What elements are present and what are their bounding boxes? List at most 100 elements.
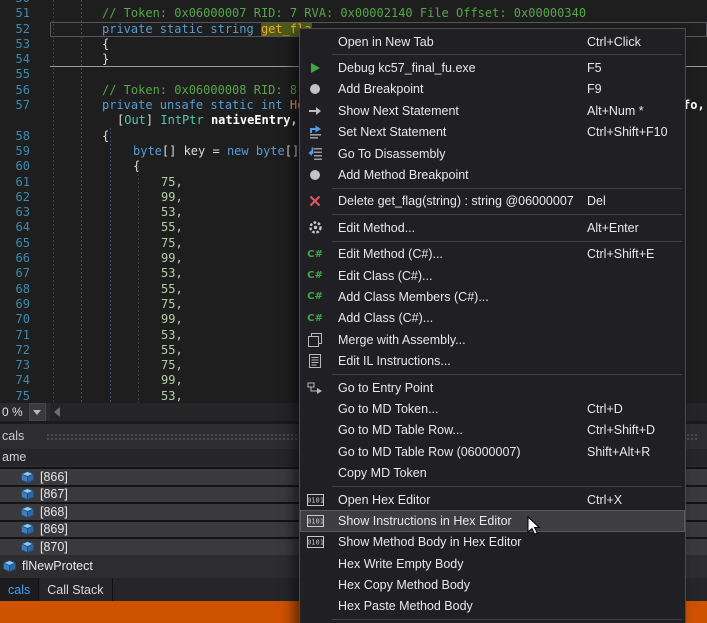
tab-call-stack[interactable]: Call Stack bbox=[39, 578, 112, 601]
line-number: 59 bbox=[0, 144, 50, 159]
local-variable-icon bbox=[21, 541, 34, 553]
csharp-icon: C# bbox=[302, 249, 328, 260]
code-token: 53, bbox=[161, 389, 183, 403]
menu-item-go-to-entry-point[interactable]: Go to Entry Point bbox=[300, 377, 685, 398]
menu-item-delete-get-flag-string-string-06000007[interactable]: Delete get_flag(string) : string @060000… bbox=[300, 191, 685, 212]
code-token: { bbox=[102, 129, 109, 143]
menu-item-show-method-body-in-hex-editor[interactable]: 0101Show Method Body in Hex Editor bbox=[300, 532, 685, 553]
menu-item-label: Debug kc57_final_fu.exe bbox=[338, 61, 587, 75]
menu-item-debug-kc57-final-fu-exe[interactable]: Debug kc57_final_fu.exeF5 bbox=[300, 57, 685, 78]
menu-item-add-class-members-c[interactable]: C#Add Class Members (C#)... bbox=[300, 286, 685, 307]
menu-item-add-method-breakpoint[interactable]: Add Method Breakpoint bbox=[300, 164, 685, 185]
zoom-level: 0 % bbox=[0, 405, 29, 419]
menu-item-label: Add Breakpoint bbox=[338, 82, 587, 96]
hex-icon: 0101 bbox=[302, 494, 328, 506]
code-text[interactable]: // Token: 0x06000007 RID: 7 RVA: 0x00002… bbox=[50, 6, 707, 21]
code-token: { bbox=[133, 159, 140, 173]
code-token: 99, bbox=[161, 373, 183, 387]
code-token: 53, bbox=[161, 266, 183, 280]
code-token: private static string bbox=[102, 22, 261, 36]
gear-icon bbox=[302, 220, 328, 235]
menu-item-hex-paste-method-body[interactable]: Hex Paste Method Body bbox=[300, 596, 685, 617]
show-next-statement-icon bbox=[302, 105, 328, 117]
line-number: 55 bbox=[0, 67, 50, 82]
line-number: 68 bbox=[0, 282, 50, 297]
menu-item-add-breakpoint[interactable]: Add BreakpointF9 bbox=[300, 79, 685, 100]
menu-item-edit-il-instructions[interactable]: Edit IL Instructions... bbox=[300, 350, 685, 371]
menu-shortcut: Ctrl+Shift+E bbox=[587, 247, 685, 261]
line-number: 61 bbox=[0, 175, 50, 190]
menu-item-hex-write-empty-body[interactable]: Hex Write Empty Body bbox=[300, 553, 685, 574]
code-token: fo, bbox=[683, 98, 705, 113]
local-variable-icon bbox=[21, 471, 34, 483]
dnspy-window: 5051// Token: 0x06000007 RID: 7 RVA: 0x0… bbox=[0, 0, 707, 623]
code-line-51: 51// Token: 0x06000007 RID: 7 RVA: 0x000… bbox=[0, 6, 707, 21]
menu-item-label: Open in New Tab bbox=[338, 35, 587, 49]
menu-shortcut: Ctrl+D bbox=[587, 402, 685, 416]
tab-label: Call Stack bbox=[47, 583, 103, 597]
locals-row-label: [867] bbox=[40, 487, 68, 501]
menu-item-label: Go to Entry Point bbox=[338, 381, 587, 395]
local-variable-icon bbox=[21, 523, 34, 535]
menu-item-label: Hex Copy Method Body bbox=[338, 578, 587, 592]
menu-separator bbox=[300, 617, 685, 622]
play-icon bbox=[302, 62, 328, 74]
menu-item-show-instructions-in-hex-editor[interactable]: 0101Show Instructions in Hex Editor bbox=[300, 510, 685, 531]
local-variable-icon bbox=[3, 560, 16, 572]
menu-item-go-to-md-table-row-06000007[interactable]: Go to MD Table Row (06000007)Shift+Alt+R bbox=[300, 441, 685, 462]
menu-item-label: Add Class Members (C#)... bbox=[338, 290, 587, 304]
line-number: 70 bbox=[0, 312, 50, 327]
code-token: 75, bbox=[161, 175, 183, 189]
menu-item-label: Open Hex Editor bbox=[338, 493, 587, 507]
line-number: 67 bbox=[0, 266, 50, 281]
menu-item-edit-method[interactable]: Edit Method...Alt+Enter bbox=[300, 217, 685, 238]
menu-item-go-to-md-table-row[interactable]: Go to MD Table Row...Ctrl+Shift+D bbox=[300, 420, 685, 441]
menu-item-set-next-statement[interactable]: Set Next StatementCtrl+Shift+F10 bbox=[300, 122, 685, 143]
menu-shortcut: F5 bbox=[587, 61, 685, 75]
code-token: [] bbox=[285, 144, 299, 158]
menu-item-add-class-c[interactable]: C#Add Class (C#)... bbox=[300, 308, 685, 329]
line-number: 66 bbox=[0, 251, 50, 266]
zoom-dropdown-button[interactable] bbox=[29, 403, 46, 421]
name-column-label: ame bbox=[2, 450, 26, 464]
code-token: nativeEntry, bbox=[204, 113, 298, 127]
assembly-icon bbox=[302, 333, 328, 347]
indent-guide bbox=[81, 0, 82, 403]
code-token: byte bbox=[256, 144, 285, 158]
code-token: ] bbox=[146, 113, 160, 127]
menu-item-edit-class-c[interactable]: C#Edit Class (C#)... bbox=[300, 265, 685, 286]
menu-item-edit-method-c[interactable]: C# Edit Method (C#)...Ctrl+Shift+E bbox=[300, 244, 685, 265]
code-token: 75, bbox=[161, 297, 183, 311]
code-token: } bbox=[102, 52, 109, 66]
delete-icon bbox=[302, 195, 328, 207]
menu-item-hex-copy-method-body[interactable]: Hex Copy Method Body bbox=[300, 574, 685, 595]
line-number: 62 bbox=[0, 190, 50, 205]
menu-item-label: Set Next Statement bbox=[338, 125, 587, 139]
menu-item-open-hex-editor[interactable]: 0101Open Hex EditorCtrl+X bbox=[300, 489, 685, 510]
set-next-statement-icon bbox=[302, 125, 328, 139]
code-token: Out bbox=[124, 113, 146, 127]
indent-guide bbox=[110, 128, 111, 403]
code-token: // Token: 0x06000008 RID: 8 bbox=[102, 83, 297, 97]
code-token: private unsafe static int bbox=[102, 98, 290, 112]
menu-item-label: Edit IL Instructions... bbox=[338, 354, 587, 368]
line-number: 56 bbox=[0, 83, 50, 98]
code-token bbox=[249, 144, 256, 158]
line-number: 51 bbox=[0, 6, 50, 21]
local-variable-icon bbox=[21, 488, 34, 500]
menu-item-label: Edit Method (C#)... bbox=[338, 247, 587, 261]
menu-shortcut: Ctrl+Click bbox=[587, 35, 685, 49]
menu-item-label: Merge with Assembly... bbox=[338, 333, 587, 347]
tab-locals[interactable]: cals bbox=[0, 578, 39, 601]
code-token: 99, bbox=[161, 312, 183, 326]
line-number bbox=[0, 113, 50, 128]
menu-item-go-to-md-token[interactable]: Go to MD Token...Ctrl+D bbox=[300, 398, 685, 419]
il-icon bbox=[302, 354, 328, 368]
menu-item-show-next-statement[interactable]: Show Next StatementAlt+Num * bbox=[300, 100, 685, 121]
menu-item-merge-with-assembly[interactable]: Merge with Assembly... bbox=[300, 329, 685, 350]
locals-row-label: [866] bbox=[40, 470, 68, 484]
menu-item-label: Go To Disassembly bbox=[338, 147, 587, 161]
menu-item-copy-md-token[interactable]: Copy MD Token bbox=[300, 462, 685, 483]
menu-item-go-to-disassembly[interactable]: Go To Disassembly bbox=[300, 143, 685, 164]
menu-item-open-in-new-tab[interactable]: Open in New TabCtrl+Click bbox=[300, 31, 685, 52]
